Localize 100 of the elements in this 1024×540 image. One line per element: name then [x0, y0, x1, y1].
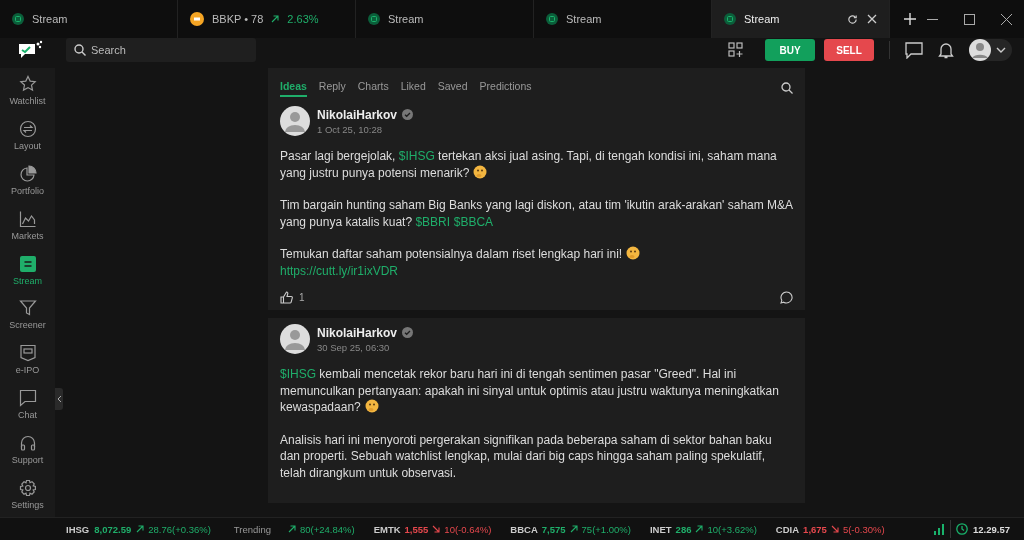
- swap-icon: [18, 119, 37, 138]
- signal-icon: [933, 523, 945, 535]
- sidebar-item[interactable]: Stream: [0, 247, 55, 293]
- browser-tab[interactable]: Stream: [712, 0, 890, 38]
- stream-icon: [12, 13, 24, 25]
- stock-symbol[interactable]: BBCA: [510, 523, 538, 535]
- coin-icon: [190, 12, 204, 26]
- stream-icon: [368, 13, 380, 25]
- stream-icon: [18, 254, 37, 273]
- clock-time: 12.29.57: [973, 523, 1010, 535]
- search-field[interactable]: Search: [66, 38, 256, 62]
- star-icon: [18, 74, 37, 93]
- sidebar-item[interactable]: Markets: [0, 202, 55, 248]
- post-text: Analisis hari ini menyoroti pergerakan signifikan pada beberapa saham di sektor bahan baku dan properti. Sebuah watchlist lengkap, mulai dari big caps hingga saham paling spekulatif, telah dirangkum untuk observasi.: [280, 431, 773, 481]
- feed-tab[interactable]: Reply: [318, 79, 346, 97]
- clock-icon: [956, 523, 968, 535]
- collapse-handle[interactable]: [55, 388, 63, 410]
- comment-icon[interactable]: [780, 291, 793, 304]
- author-name[interactable]: NikolaiHarkov: [317, 107, 398, 122]
- author-name[interactable]: NikolaiHarkov: [317, 325, 398, 340]
- arrow-down-right-icon: [830, 525, 839, 533]
- sidebar-item[interactable]: Layout: [0, 112, 55, 158]
- sidebar-item[interactable]: e-IPO: [0, 337, 55, 383]
- index-change: 28.76(+0.36%): [148, 523, 211, 535]
- search-icon[interactable]: [781, 82, 793, 94]
- stock-symbol[interactable]: CDIA: [775, 523, 800, 535]
- post-text: Temukan daftar saham potensialnya dalam riset lengkap hari ini! https://cutt.ly/ir1ixVDR: [280, 246, 793, 279]
- avatar-icon: [969, 39, 991, 61]
- emoji-icon: [626, 246, 641, 260]
- url-link[interactable]: https://cutt.ly/ir1ixVDR: [280, 263, 399, 278]
- stock-price: 286: [675, 523, 692, 535]
- new-tab-icon[interactable]: [904, 13, 916, 25]
- chevron-left-icon: [56, 395, 62, 403]
- profile-menu[interactable]: [969, 39, 1012, 61]
- feed-tab[interactable]: Predictions: [479, 79, 532, 97]
- stock-change: 10(+3.62%): [707, 523, 757, 535]
- feed-tab[interactable]: Saved: [437, 79, 468, 97]
- sell-button[interactable]: SELL: [824, 39, 874, 61]
- bell-icon[interactable]: [938, 41, 954, 59]
- logo-icon[interactable]: [17, 40, 43, 60]
- arrow-down-right-icon: [432, 525, 441, 533]
- feed-tab[interactable]: Charts: [357, 79, 389, 97]
- sidebar-label: Portfolio: [11, 185, 44, 196]
- arrow-up-right-icon: [695, 525, 704, 533]
- sidebar-label: Chat: [18, 410, 37, 421]
- feed-tab[interactable]: Liked: [400, 79, 426, 97]
- headset-icon: [18, 434, 37, 453]
- post-text: $IHSG kembali mencetak rekor baru hari ini di tengah sentimen pasar "Greed". Hal ini memunculkan pertanyaan: apakah ini sinyal untuk optimis atau justru waktunya meningkatkan kewaspadaan?: [280, 366, 780, 416]
- post-time: 30 Sep 25, 06:30: [317, 341, 391, 353]
- stock-change: 10(-0.64%): [444, 523, 492, 535]
- tab-label: Stream: [388, 13, 424, 25]
- stock-change: 75(+1.00%): [581, 523, 631, 535]
- refresh-icon[interactable]: [847, 13, 858, 25]
- ticker-link[interactable]: $BBCA: [453, 214, 494, 229]
- sidebar-item[interactable]: Portfolio: [0, 157, 55, 203]
- chat-icon[interactable]: [905, 41, 923, 59]
- chevron-down-icon: [996, 47, 1006, 53]
- sidebar-item[interactable]: Settings: [0, 472, 55, 518]
- ticker-link[interactable]: $BBRI: [415, 214, 451, 229]
- arrow-up-right-icon: [136, 525, 145, 533]
- ticker-link[interactable]: $IHSG: [280, 367, 316, 381]
- stream-icon: [546, 13, 558, 25]
- emoji-icon: [364, 399, 379, 413]
- arrow-up-right-icon: [287, 525, 296, 533]
- close-icon[interactable]: [867, 14, 877, 24]
- stock-change: 80(+24.84%): [299, 523, 355, 535]
- sidebar-item[interactable]: Screener: [0, 292, 55, 338]
- avatar-icon[interactable]: [280, 106, 310, 136]
- sidebar-item[interactable]: Watchlist: [0, 68, 55, 113]
- ticker-link[interactable]: $IHSG: [398, 149, 435, 163]
- close-icon[interactable]: [1001, 13, 1012, 25]
- sidebar-label: Stream: [13, 275, 42, 286]
- sidebar-label: Settings: [11, 500, 44, 511]
- sidebar-item[interactable]: Support: [0, 427, 55, 473]
- thumbs-up-icon[interactable]: [280, 291, 293, 304]
- arrow-up-right-icon: [271, 15, 280, 23]
- filter-icon: [18, 299, 37, 318]
- settings-icon: [18, 479, 37, 498]
- stock-symbol[interactable]: INET: [649, 523, 672, 535]
- stream-icon: [724, 13, 736, 25]
- price-change: 2.63%: [287, 13, 319, 25]
- ipo-icon: [18, 344, 37, 363]
- sidebar-label: Screener: [9, 320, 46, 331]
- add-widget-icon[interactable]: [728, 42, 744, 58]
- maximize-icon[interactable]: [964, 13, 975, 25]
- avatar-icon[interactable]: [280, 324, 310, 354]
- arrow-up-right-icon: [569, 525, 578, 533]
- tab-label: Stream: [744, 13, 780, 25]
- like-count: 1: [299, 292, 305, 303]
- sidebar-label: Support: [11, 455, 44, 466]
- stock-price: 1,555: [404, 523, 429, 535]
- sidebar-label: Markets: [11, 230, 44, 241]
- post-text: Tim bargain hunting saham Big Banks yang lagi diskon, atau tim 'ikutin arak-arakan' saham M&A yang punya katalis kuat? $BBRI $BBCA: [280, 197, 793, 230]
- sidebar-label: Layout: [14, 140, 41, 151]
- feed-tab[interactable]: Ideas: [280, 79, 307, 97]
- sidebar-item[interactable]: Chat: [0, 382, 55, 428]
- buy-button[interactable]: BUY: [765, 39, 815, 61]
- trending-label: Trending: [233, 523, 271, 535]
- tab-label: Stream: [32, 13, 68, 25]
- stock-symbol[interactable]: EMTK: [373, 523, 401, 535]
